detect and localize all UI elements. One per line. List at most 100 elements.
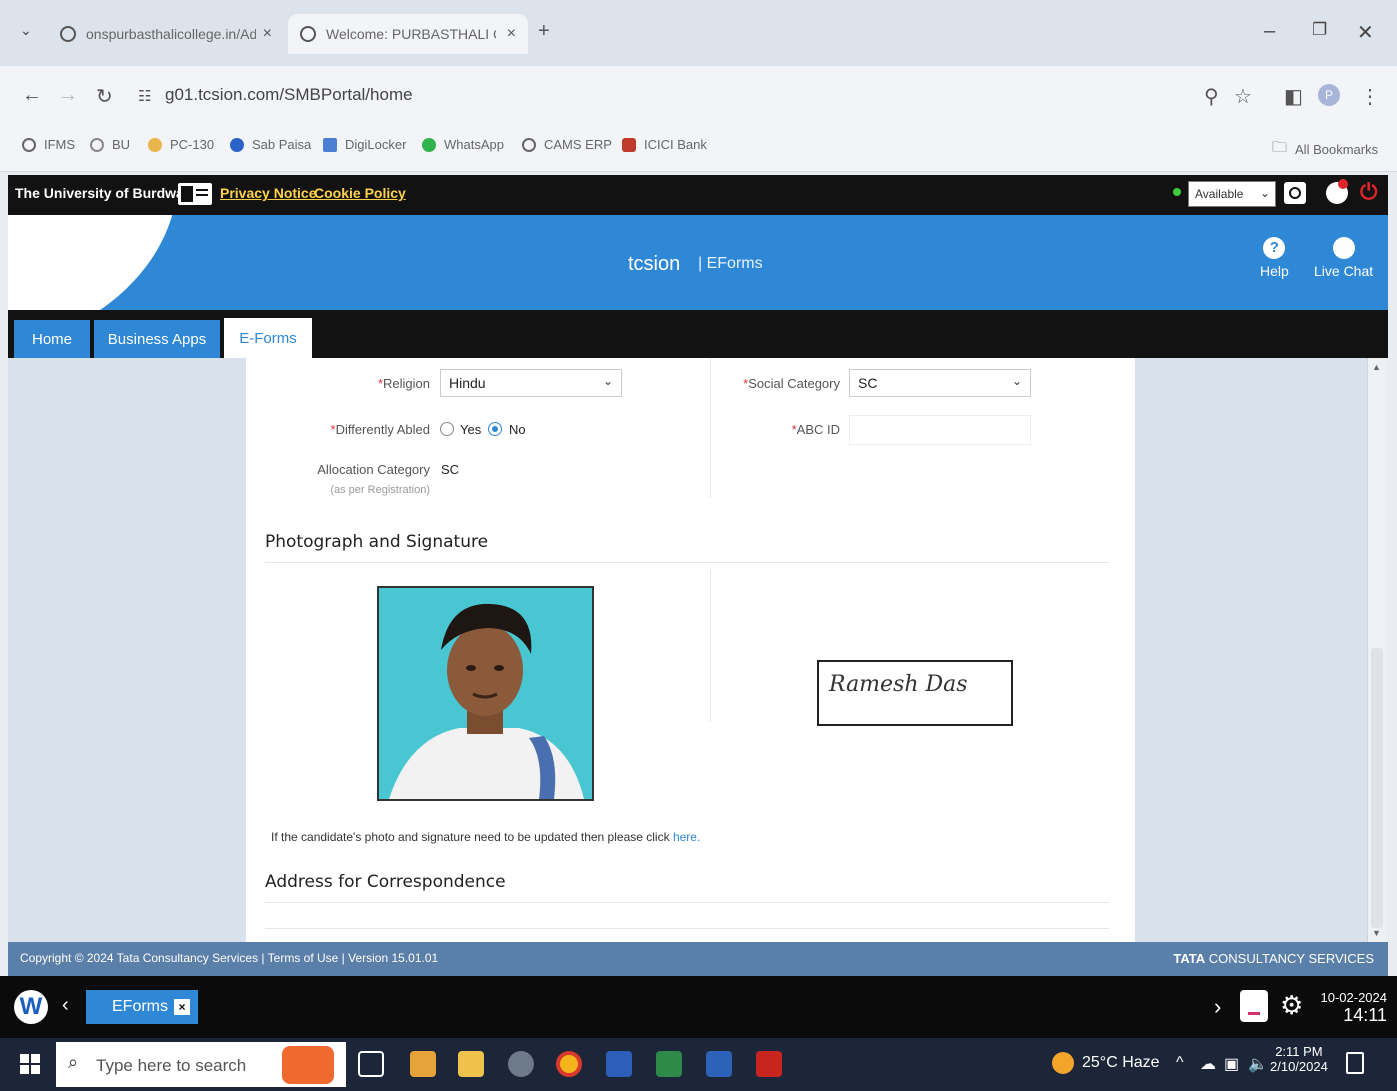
content-scrollbar[interactable]: ▲ ▼ [1367, 358, 1386, 942]
religion-select[interactable]: Hindu ⌄ [440, 369, 622, 397]
taskbar-search-box[interactable]: ⌕ Type here to search [56, 1042, 346, 1087]
windows-taskbar: ⌕ Type here to search 25°C Haze ^ ☁ ▣ 🔈 … [0, 1038, 1397, 1091]
appbar-date: 10-02-2024 [1320, 990, 1388, 1005]
side-panel-icon[interactable]: ◧ [1284, 84, 1303, 109]
new-tab-button[interactable]: + [538, 20, 550, 43]
sabpaisa-icon [230, 137, 244, 152]
scroll-down-icon[interactable]: ▼ [1372, 928, 1381, 938]
word-icon[interactable] [606, 1051, 632, 1077]
bookmark-bu[interactable]: BU [90, 137, 130, 152]
chevron-left-icon[interactable]: ‹ [62, 994, 69, 1017]
browser-tab-admission[interactable]: onspurbasthalicollege.in/Admi × [48, 14, 284, 54]
chevron-right-icon[interactable]: › [1214, 994, 1221, 1020]
search-placeholder: Type here to search [96, 1056, 247, 1075]
browser-tab-welcome[interactable]: Welcome: PURBASTHALI COL × [288, 14, 528, 54]
chevron-down-icon: ⌄ [1259, 186, 1270, 200]
app-icon-pen[interactable] [508, 1051, 534, 1077]
power-logout-icon[interactable]: ⏻ [1360, 179, 1377, 205]
url-field[interactable]: g01.tcsion.com/SMBPortal/home [165, 85, 413, 105]
scroll-up-icon[interactable]: ▲ [1372, 362, 1381, 372]
app-icon-tools[interactable] [410, 1051, 436, 1077]
file-explorer-icon[interactable] [458, 1051, 484, 1077]
differently-abled-yes-radio[interactable] [440, 422, 454, 436]
tray-chevron-icon[interactable]: ^ [1176, 1054, 1184, 1072]
camera-icon[interactable] [1284, 182, 1306, 204]
update-here-link[interactable]: here. [673, 830, 700, 844]
tab-business-apps[interactable]: Business Apps [94, 320, 220, 358]
notification-center-icon[interactable] [1346, 1052, 1364, 1074]
task-view-icon[interactable] [358, 1051, 384, 1077]
back-arrow-icon[interactable]: ← [22, 84, 42, 107]
cookie-policy-link[interactable]: Cookie Policy [314, 185, 406, 201]
address-bar-row: ← → ↻ ☷ g01.tcsion.com/SMBPortal/home ⚲ … [0, 66, 1397, 124]
bookmark-cams-erp[interactable]: CAMS ERP [522, 137, 612, 152]
availability-select[interactable]: Available ⌄ [1188, 181, 1276, 207]
volume-icon[interactable]: 🔈 [1248, 1054, 1268, 1074]
bookmark-star-icon[interactable]: ☆ [1234, 84, 1252, 109]
weather-text[interactable]: 25°C Haze [1082, 1054, 1160, 1072]
tab-close-icon[interactable]: × [263, 25, 272, 43]
app-switcher-bar: W ‹ EForms × › ⚙ 10-02-2024 14:11 [0, 976, 1397, 1038]
reload-icon[interactable]: ↻ [96, 84, 113, 109]
allocation-category-value: SC [441, 462, 460, 477]
forward-arrow-icon[interactable]: → [58, 84, 78, 107]
taskbar-clock[interactable]: 2:11 PM 2/10/2024 [1270, 1044, 1328, 1074]
differently-abled-no-radio[interactable] [488, 422, 502, 436]
acrobat-icon[interactable] [756, 1051, 782, 1077]
settings-gear-icon[interactable]: ⚙ [1280, 990, 1303, 1021]
section-divider [265, 562, 1109, 563]
restore-icon[interactable]: ❐ [1312, 20, 1327, 40]
profile-avatar[interactable]: P [1318, 84, 1340, 106]
tab-home[interactable]: Home [14, 320, 90, 358]
search-highlight-icon[interactable] [282, 1046, 334, 1084]
scroll-thumb[interactable] [1371, 648, 1383, 928]
column-divider [710, 358, 711, 498]
network-icon[interactable]: ▣ [1224, 1054, 1239, 1074]
bookmark-whatsapp[interactable]: WhatsApp [422, 137, 504, 152]
bookmark-label: ICICI Bank [644, 137, 707, 152]
abc-id-input[interactable] [849, 415, 1031, 445]
excel-icon[interactable] [656, 1051, 682, 1077]
notifications-globe-icon[interactable] [1326, 179, 1348, 204]
bookmark-label: CAMS ERP [544, 137, 612, 152]
update-note-text: If the candidate's photo and signature n… [271, 830, 670, 844]
live-chat-button[interactable]: Live Chat [1314, 237, 1373, 279]
site-settings-icon[interactable]: ☷ [138, 87, 151, 105]
close-icon[interactable]: × [174, 999, 190, 1015]
allocation-category-label: Allocation Category [317, 462, 430, 477]
location-pin-icon[interactable]: ⚲ [1204, 84, 1219, 109]
clock-time: 2:11 PM [1275, 1044, 1323, 1059]
tab-eforms[interactable]: E-Forms [224, 318, 312, 358]
bookmark-digilocker[interactable]: DigiLocker [323, 137, 406, 152]
privacy-notice-link[interactable]: Privacy Notice [220, 185, 317, 201]
section-divider [265, 928, 1109, 929]
religion-value: Hindu [449, 375, 486, 391]
windows-start-icon[interactable] [20, 1054, 40, 1074]
chrome-icon[interactable] [556, 1051, 582, 1077]
w-logo-icon[interactable]: W [14, 990, 48, 1024]
column-divider [710, 570, 711, 722]
minimize-icon[interactable]: – [1264, 20, 1275, 43]
status-dot-icon [1173, 188, 1181, 196]
digilocker-icon [323, 137, 337, 152]
university-name: The University of Burdwan. [15, 185, 197, 201]
cams-icon[interactable] [706, 1051, 732, 1077]
message-icon[interactable] [1240, 990, 1268, 1022]
bookmark-sabpaisa[interactable]: Sab Paisa [230, 137, 311, 152]
onedrive-icon[interactable]: ☁ [1200, 1054, 1216, 1074]
eforms-task-button[interactable]: EForms × [86, 990, 198, 1024]
bookmark-pc130[interactable]: PC-130 [148, 137, 214, 152]
social-category-select[interactable]: SC ⌄ [849, 369, 1031, 397]
all-bookmarks-button[interactable]: 🗀 All Bookmarks [1272, 137, 1378, 162]
tab-close-icon[interactable]: × [507, 25, 516, 43]
bookmark-icici[interactable]: ICICI Bank [622, 137, 707, 152]
help-button[interactable]: ? Help [1260, 237, 1289, 279]
tab-list-chevron-icon[interactable]: ⌄ [20, 22, 32, 39]
weather-sun-icon [1052, 1052, 1074, 1074]
bookmark-ifms[interactable]: IFMS [22, 137, 75, 152]
id-card-icon[interactable] [178, 183, 212, 205]
eforms-content: *Religion Hindu ⌄ *Social Category SC ⌄ … [246, 358, 1135, 942]
more-menu-icon[interactable]: ⋮ [1360, 84, 1380, 109]
whatsapp-icon [422, 137, 436, 152]
close-window-icon[interactable]: ✕ [1357, 20, 1374, 45]
